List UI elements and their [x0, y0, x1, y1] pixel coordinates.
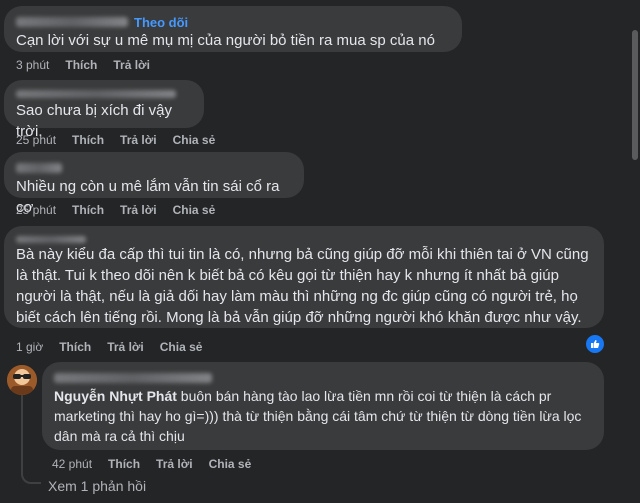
reply-button[interactable]: Trả lời: [120, 203, 157, 217]
comment-actions: 25 phút Thích Trả lời Chia sẻ: [16, 203, 215, 217]
share-button[interactable]: Chia sẻ: [173, 203, 216, 217]
thread-branch-line: [21, 468, 41, 484]
like-button[interactable]: Thích: [108, 457, 140, 471]
comment-author[interactable]: Theo dõi: [16, 14, 450, 30]
comment-bubble: Bà này kiểu đa cấp thì tui tin là có, nh…: [4, 226, 604, 328]
comment-time[interactable]: 25 phút: [16, 203, 56, 217]
reply-button[interactable]: Trả lời: [107, 340, 144, 354]
comment-author[interactable]: [16, 234, 592, 244]
comment-bubble: Sao chưa bị xích đi vậy trời.: [4, 80, 204, 140]
comment-author[interactable]: [54, 370, 592, 386]
mention-link[interactable]: Nguyễn Nhựt Phát: [54, 388, 177, 404]
share-button[interactable]: Chia sẻ: [209, 457, 252, 471]
comment-author[interactable]: [16, 88, 192, 100]
reply-button[interactable]: Trả lời: [113, 58, 150, 72]
comment-text: Cạn lời với sự u mê mụ mị của người bỏ t…: [16, 32, 435, 49]
scrollbar-thumb[interactable]: [632, 30, 638, 160]
reply-actions: 42 phút Thích Trả lời Chia sẻ: [52, 457, 251, 471]
comment-author[interactable]: [16, 160, 292, 176]
comment-time[interactable]: 1 giờ: [16, 340, 43, 354]
comment-actions: 3 phút Thích Trả lời: [16, 58, 150, 72]
comment-bubble: Theo dõi Cạn lời với sự u mê mụ mị của n…: [4, 6, 462, 52]
comment-time[interactable]: 42 phút: [52, 457, 92, 471]
follow-link[interactable]: Theo dõi: [134, 15, 188, 30]
comment-actions: 1 giờ Thích Trả lời Chia sẻ: [16, 340, 202, 354]
share-button[interactable]: Chia sẻ: [173, 133, 216, 147]
comment-actions: 25 phút Thích Trả lời Chia sẻ: [16, 133, 215, 147]
like-button[interactable]: Thích: [72, 133, 104, 147]
share-button[interactable]: Chia sẻ: [160, 340, 203, 354]
comment-time[interactable]: 25 phút: [16, 133, 56, 147]
comment-text: Bà này kiểu đa cấp thì tui tin là có, nh…: [16, 246, 589, 326]
like-button[interactable]: Thích: [59, 340, 91, 354]
avatar[interactable]: [7, 365, 37, 395]
reply-button[interactable]: Trả lời: [120, 133, 157, 147]
comment-bubble: Nhiều ng còn u mê lắm vẫn tin sái cổ ra …: [4, 152, 304, 216]
view-more-replies-link[interactable]: Xem 1 phản hồi: [48, 478, 146, 494]
blurred-author-name: [54, 373, 212, 383]
like-button[interactable]: Thích: [65, 58, 97, 72]
avatar-icon: [7, 365, 37, 395]
reply-text: Nguyễn Nhựt Phát buôn bán hàng tào lao l…: [54, 386, 592, 446]
blurred-author-name: [16, 235, 86, 243]
reply-button[interactable]: Trả lời: [156, 457, 193, 471]
comment-time[interactable]: 3 phút: [16, 58, 49, 72]
blurred-author-name: [16, 163, 62, 173]
blurred-author-name: [16, 17, 128, 27]
thread-line: [21, 390, 23, 468]
reply-bubble: Nguyễn Nhựt Phát buôn bán hàng tào lao l…: [42, 362, 604, 450]
like-button[interactable]: Thích: [72, 203, 104, 217]
like-reaction-icon[interactable]: [584, 333, 606, 355]
blurred-author-name: [16, 90, 176, 98]
